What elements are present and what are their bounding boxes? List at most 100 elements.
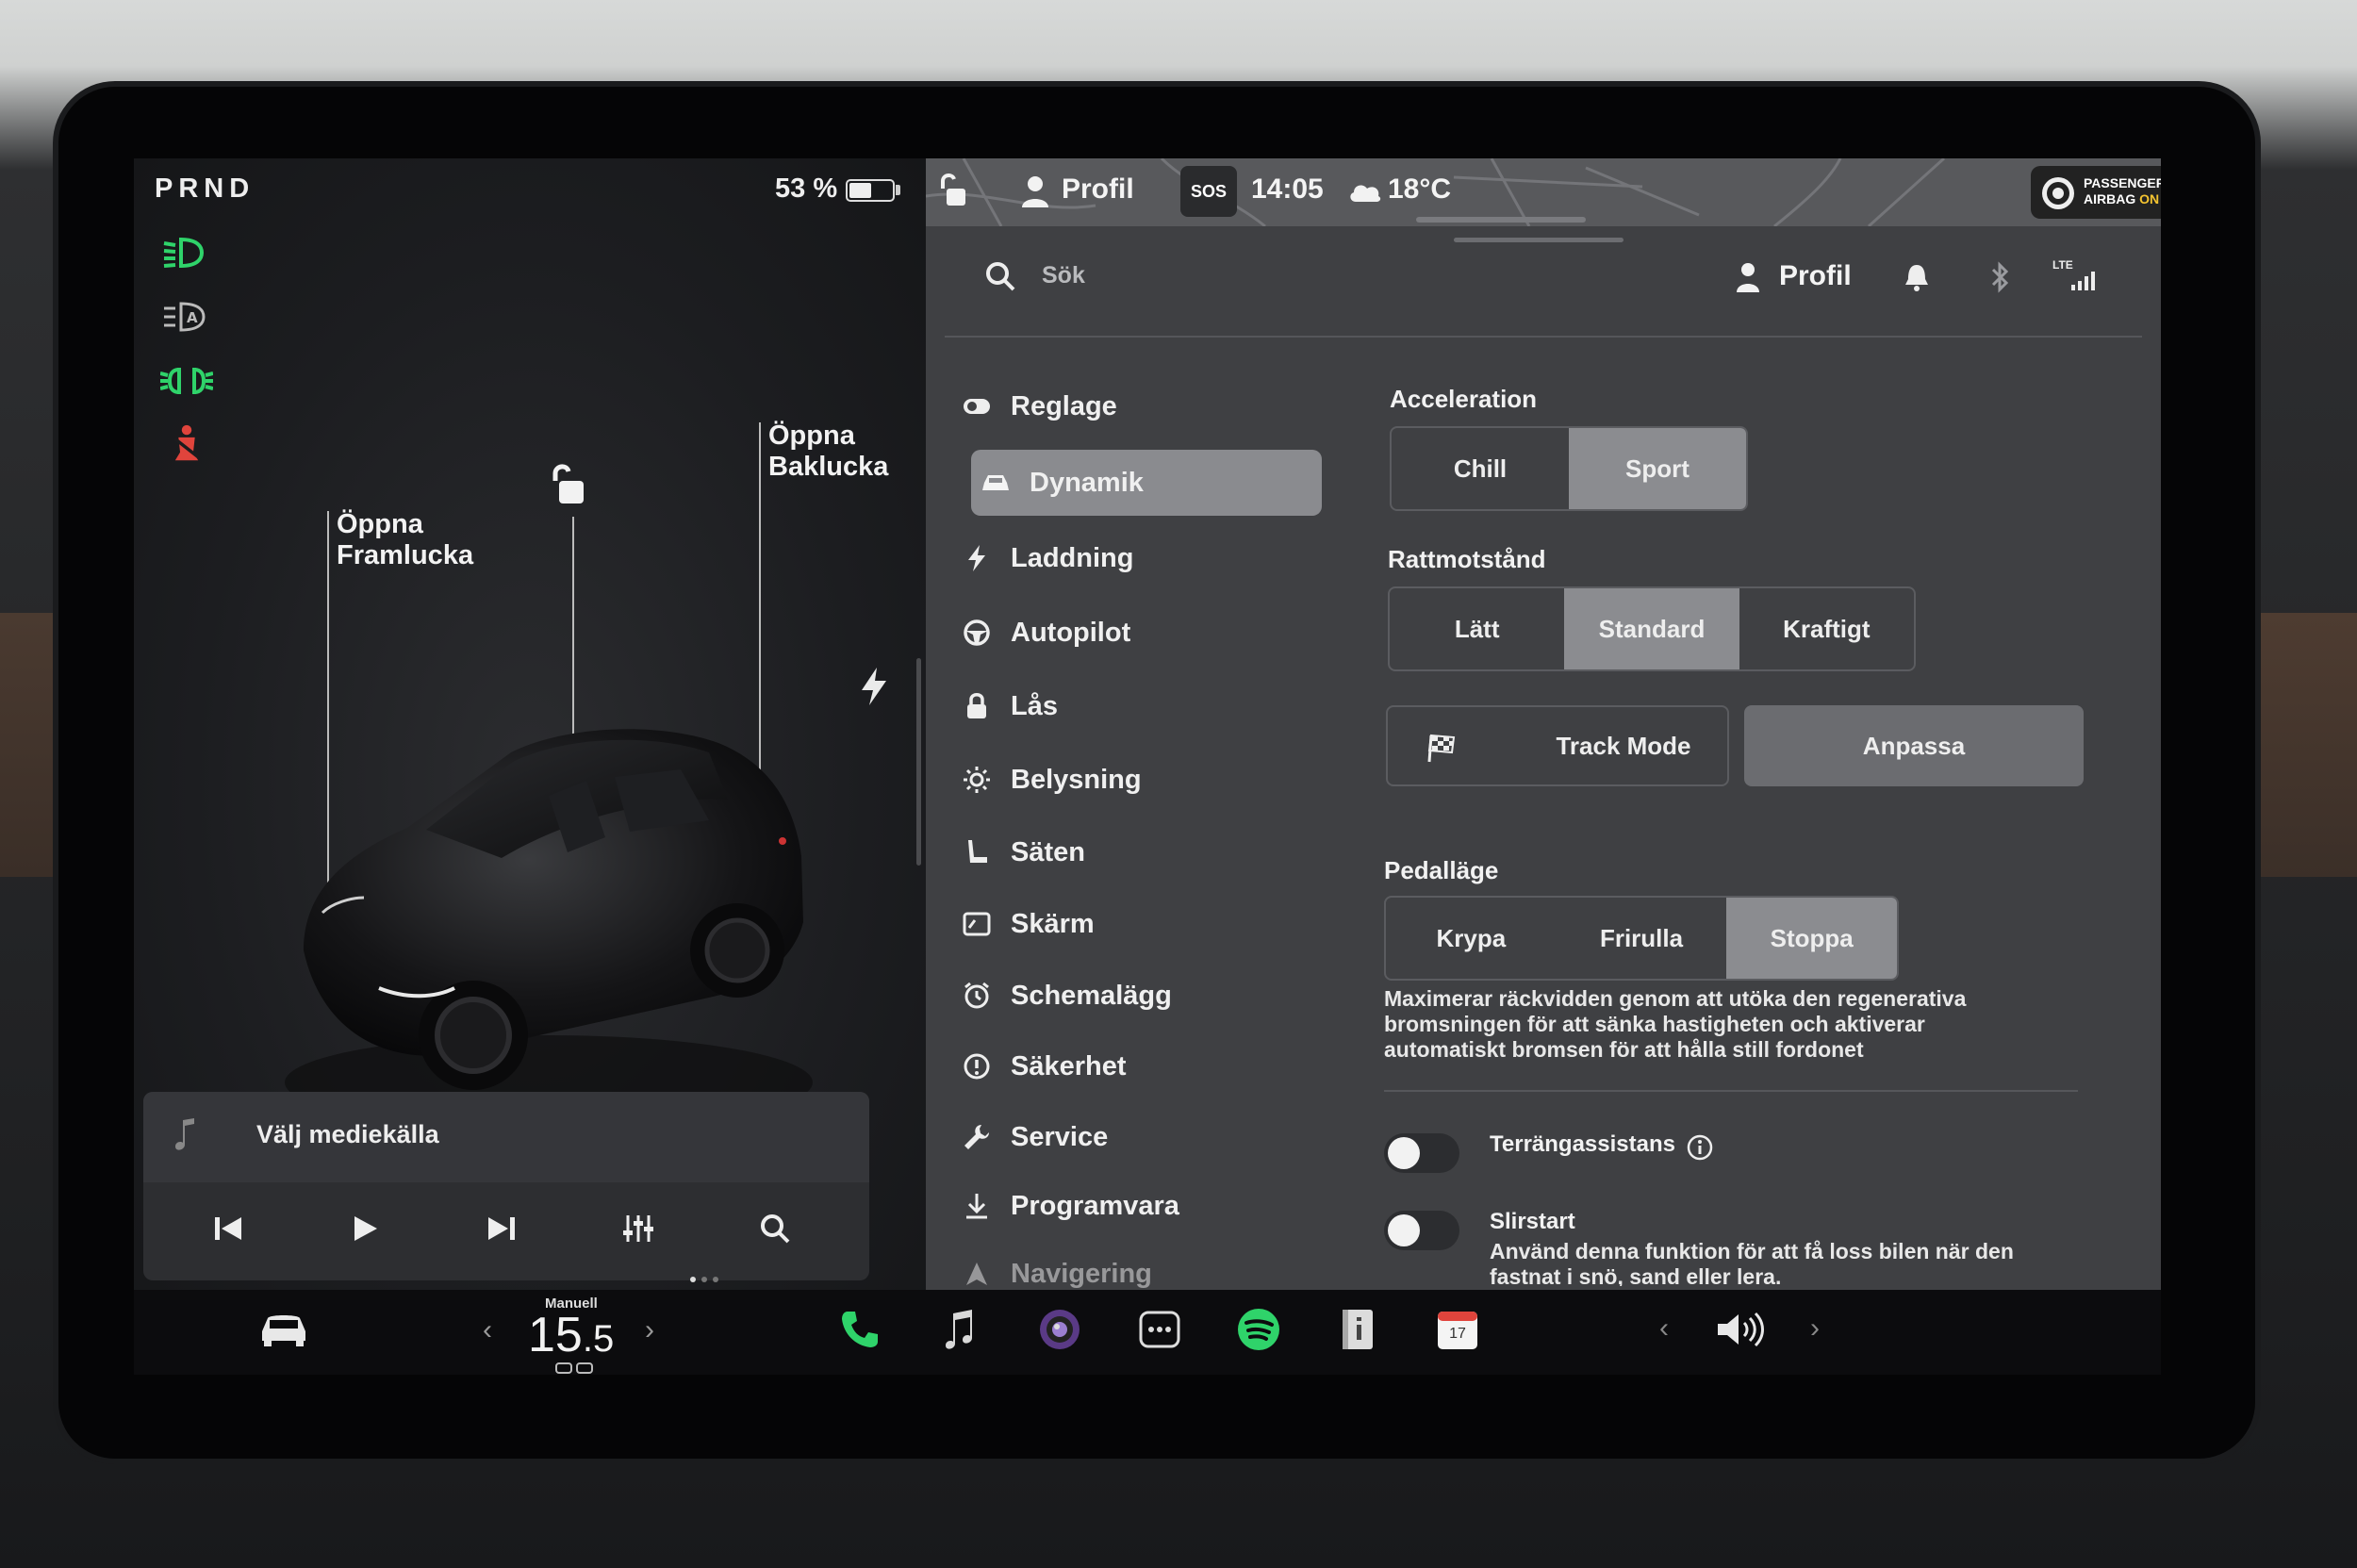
slip-start-toggle[interactable] (1384, 1211, 1459, 1250)
sidebar-item-label: Service (1011, 1121, 1109, 1152)
music-note-icon (175, 1118, 194, 1150)
charge-port-bolt-icon[interactable] (858, 666, 890, 707)
equalizer-button[interactable] (591, 1196, 685, 1262)
search-input[interactable]: Sök (1042, 262, 1085, 289)
trunk-callout[interactable]: Öppna Baklucka (768, 421, 888, 483)
sun-icon (964, 767, 990, 793)
bell-icon[interactable] (1903, 262, 1931, 292)
bluetooth-icon[interactable] (1989, 260, 2012, 294)
panel-drag-handle[interactable] (1454, 238, 1624, 242)
topbar-profile-label[interactable]: Profil (1062, 173, 1134, 206)
acceleration-title: Acceleration (1390, 385, 1538, 413)
sos-button[interactable]: SOS (1180, 166, 1237, 217)
volume-up-chevron[interactable]: › (1810, 1312, 1820, 1345)
passenger-airbag-indicator: PASSENGER AIRBAG ON (2031, 166, 2161, 219)
pedal-mode-selector: Krypa Frirulla Stoppa (1384, 896, 1899, 981)
calendar-day: 17 (1449, 1326, 1466, 1342)
sidebar-item-autopilot[interactable]: Autopilot (952, 600, 1310, 666)
sidebar-item-sakerhet[interactable]: Säkerhet (952, 1033, 1310, 1099)
customize-button[interactable]: Anpassa (1744, 705, 2084, 786)
sidebar-item-label: Skärm (1011, 908, 1095, 939)
media-source-bar[interactable]: Välj mediekälla (143, 1092, 869, 1182)
unlock-icon[interactable] (546, 462, 587, 507)
steering-option-latt[interactable]: Lätt (1390, 588, 1564, 669)
dashboard-trim-right (2253, 613, 2357, 877)
page-dots (690, 1277, 728, 1284)
clock: 14:05 (1251, 173, 1324, 205)
terrain-assist-toggle[interactable] (1384, 1133, 1459, 1173)
auto-high-beam-icon: A (164, 302, 206, 332)
sidebar-item-las[interactable]: Lås (952, 673, 1310, 739)
trunk-callout-line2: Baklucka (768, 452, 889, 482)
slip-start-description: Använd denna funktion för att få loss bi… (1490, 1239, 2014, 1286)
sidebar-item-reglage[interactable]: Reglage (952, 373, 1310, 439)
open-trunk-lock-icon[interactable] (935, 172, 967, 209)
calendar-app[interactable]: 17 (1429, 1301, 1486, 1358)
sidebar-item-laddning[interactable]: Laddning (952, 525, 1310, 591)
panel-resize-handle[interactable] (916, 658, 921, 866)
previous-icon (215, 1217, 241, 1240)
phone-icon (842, 1312, 878, 1347)
camera-app[interactable] (1031, 1301, 1088, 1358)
navigation-icon (966, 1263, 987, 1285)
car-model-image (285, 729, 813, 1130)
pedal-mode-title: Pedalläge (1384, 856, 1499, 884)
acceleration-option-chill[interactable]: Chill (1392, 428, 1569, 509)
info-icon[interactable] (1686, 1133, 1714, 1162)
toggle-icon (964, 399, 990, 414)
sidebar-item-belysning[interactable]: Belysning (952, 747, 1310, 813)
wrench-icon (964, 1125, 989, 1149)
spotify-app[interactable] (1230, 1301, 1287, 1358)
battery-fill (849, 183, 871, 198)
sidebar-item-dynamik[interactable]: Dynamik (971, 450, 1322, 516)
search-icon (986, 262, 1015, 291)
phone-app[interactable] (832, 1301, 888, 1358)
volume-down-chevron[interactable]: ‹ (1659, 1312, 1669, 1345)
outside-temperature: 18°C (1388, 173, 1452, 205)
steering-option-kraftigt[interactable]: Kraftigt (1739, 588, 1914, 669)
sidebar-item-label: Navigering (1011, 1258, 1152, 1289)
download-icon (966, 1194, 987, 1219)
header-profile-button[interactable]: Profil (1779, 260, 1852, 292)
steering-option-standard[interactable]: Standard (1564, 588, 1739, 669)
cabin-temperature[interactable]: 15.5 (528, 1307, 614, 1363)
more-apps-button[interactable] (1131, 1301, 1188, 1358)
frunk-callout[interactable]: Öppna Framlucka (337, 509, 473, 571)
sos-label: SOS (1190, 181, 1227, 201)
previous-track-button[interactable] (181, 1196, 275, 1262)
temp-down-chevron[interactable]: ‹ (483, 1314, 492, 1346)
gear-indicator: PRND (155, 173, 255, 204)
temp-up-chevron[interactable]: › (645, 1314, 654, 1346)
sidebar-item-service[interactable]: Service (952, 1104, 1310, 1170)
next-track-button[interactable] (454, 1196, 549, 1262)
camera-icon (1040, 1310, 1080, 1349)
acceleration-option-sport[interactable]: Sport (1569, 428, 1746, 509)
media-search-button[interactable] (728, 1196, 822, 1262)
airbag-state: ON (2139, 191, 2160, 206)
sidebar-item-schemalagg[interactable]: Schemalägg (952, 963, 1310, 1029)
music-app[interactable] (931, 1301, 987, 1358)
sidebar-item-skarm[interactable]: Skärm (952, 891, 1310, 957)
equalizer-icon (623, 1215, 653, 1242)
svg-text:A: A (187, 309, 198, 326)
sidebar-item-label: Säten (1011, 836, 1085, 867)
header-divider (945, 336, 2142, 338)
pedal-option-frirulla[interactable]: Frirulla (1557, 898, 1727, 979)
battery-icon (846, 179, 895, 202)
pedal-option-krypa[interactable]: Krypa (1386, 898, 1557, 979)
alarm-icon (964, 982, 989, 1009)
play-button[interactable] (318, 1196, 412, 1262)
track-mode-button[interactable]: Track Mode (1386, 705, 1729, 786)
car-icon (982, 475, 1009, 490)
pedal-option-stoppa[interactable]: Stoppa (1726, 898, 1897, 979)
sidebar-item-programvara[interactable]: Programvara (952, 1173, 1310, 1239)
sidebar-item-saten[interactable]: Säten (952, 819, 1310, 885)
airbag-line2: AIRBAG (2084, 191, 2136, 206)
car-icon[interactable] (258, 1311, 309, 1346)
volume-icon[interactable] (1716, 1311, 1767, 1348)
lte-label: LTE (2052, 258, 2073, 272)
sidebar-item-label: Dynamik (1030, 467, 1144, 498)
manual-app[interactable] (1329, 1301, 1386, 1358)
steering-wheel-icon (964, 619, 990, 646)
sidebar-item-label: Lås (1011, 690, 1058, 721)
